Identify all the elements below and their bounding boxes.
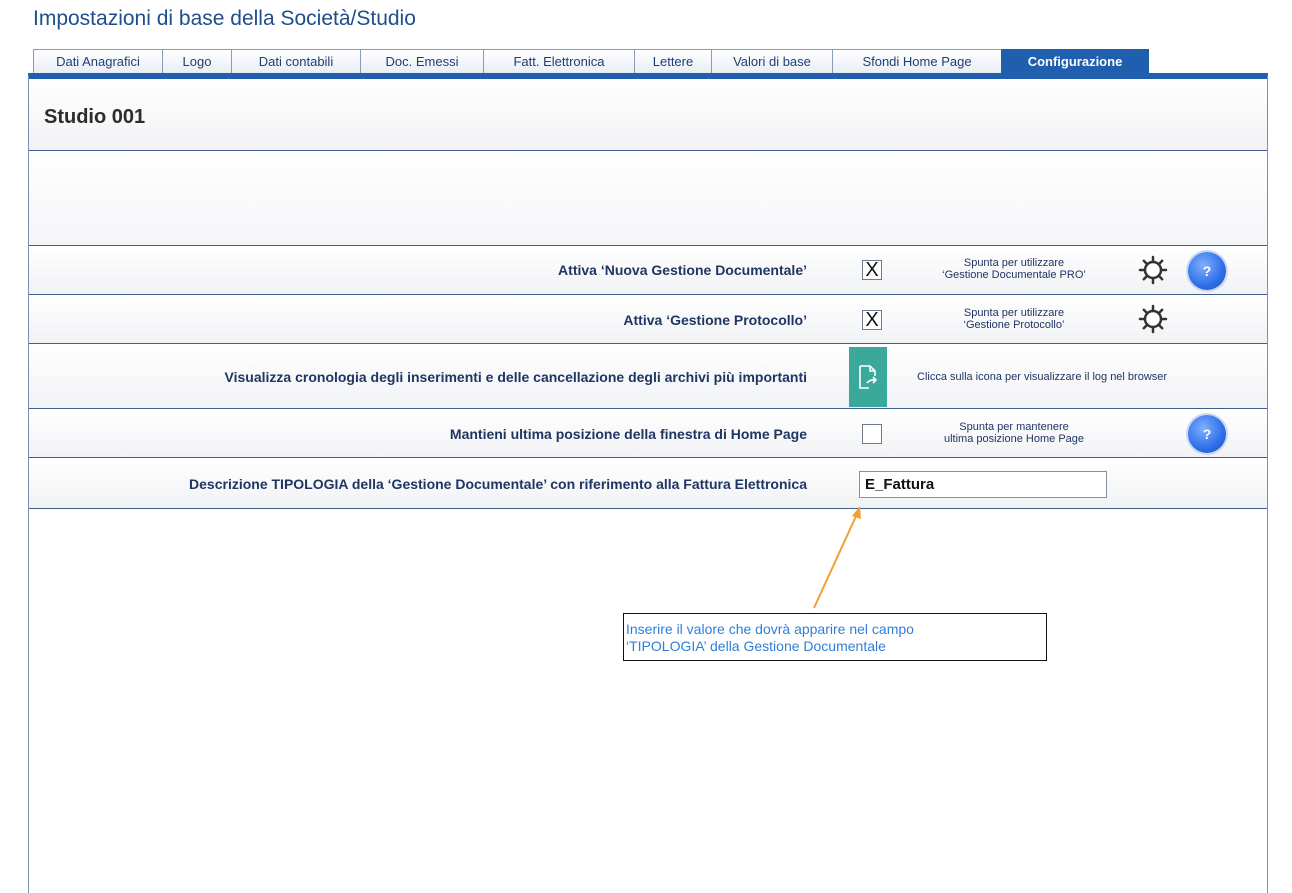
posizione-hint-line1: Spunta per mantenere: [959, 421, 1069, 433]
posizione-checkbox[interactable]: [862, 424, 882, 444]
row-nuova-gestione-documentale: Attiva ‘Nuova Gestione Documentale’ X Sp…: [29, 246, 1267, 295]
protocollo-checkbox[interactable]: X: [862, 310, 882, 330]
row-cronologia: Visualizza cronologia degli inserimenti …: [29, 345, 1267, 409]
tab-sfondi-home-page[interactable]: Sfondi Home Page: [832, 49, 1002, 73]
protocollo-hint-line2: ‘Gestione Protocollo’: [963, 319, 1065, 331]
studio-name: Studio 001: [44, 106, 146, 128]
tab-dati-contabili[interactable]: Dati contabili: [231, 49, 361, 73]
tab-doc-emessi[interactable]: Doc. Emessi: [360, 49, 484, 73]
tipologia-input[interactable]: E_Fattura: [859, 471, 1107, 498]
studio-header: Studio 001: [29, 79, 1267, 151]
row-tipologia: Descrizione TIPOLOGIA della ‘Gestione Do…: [29, 459, 1267, 509]
posizione-hint-line2: ultima posizione Home Page: [943, 433, 1085, 445]
protocollo-hint-line1: Spunta per utilizzare: [963, 307, 1065, 319]
nuova-gestione-hint-line2: ‘Gestione Documentale PRO’: [942, 269, 1086, 281]
help-icon[interactable]: ?: [1188, 415, 1226, 453]
tab-configurazione[interactable]: Configurazione: [1001, 49, 1149, 73]
annotation-arrow: [813, 506, 861, 609]
annotation-line2: ‘TIPOLOGIA’ della Gestione Documentale: [626, 638, 886, 654]
tab-logo[interactable]: Logo: [162, 49, 232, 73]
nuova-gestione-hint: Spunta per utilizzare ‘Gestione Document…: [914, 257, 1114, 281]
help-icon[interactable]: ?: [1188, 252, 1226, 290]
page-title: Impostazioni di base della Società/Studi…: [33, 7, 416, 30]
protocollo-hint: Spunta per utilizzare ‘Gestione Protocol…: [914, 307, 1114, 331]
posizione-hint: Spunta per mantenere ultima posizione Ho…: [914, 421, 1114, 445]
tab-dati-anagrafici[interactable]: Dati Anagrafici: [33, 49, 163, 73]
tipologia-label: Descrizione TIPOLOGIA della ‘Gestione Do…: [189, 475, 807, 492]
annotation-callout: Inserire il valore che dovrà apparire ne…: [623, 613, 1047, 661]
configuration-panel: Studio 001 Attiva ‘Nuova Gestione Docume…: [28, 73, 1268, 893]
empty-band: [29, 151, 1267, 246]
gear-icon[interactable]: [1138, 255, 1168, 285]
row-posizione-home-page: Mantieni ultima posizione della finestra…: [29, 410, 1267, 458]
tab-lettere[interactable]: Lettere: [634, 49, 712, 73]
tab-fatt-elettronica[interactable]: Fatt. Elettronica: [483, 49, 635, 73]
tab-bar: Dati Anagrafici Logo Dati contabili Doc.…: [33, 49, 1149, 73]
row-gestione-protocollo: Attiva ‘Gestione Protocollo’ X Spunta pe…: [29, 296, 1267, 344]
nuova-gestione-checkbox[interactable]: X: [862, 260, 882, 280]
cronologia-hint: Clicca sulla icona per visualizzare il l…: [917, 371, 1168, 383]
gear-icon[interactable]: [1138, 304, 1168, 334]
posizione-label: Mantieni ultima posizione della finestra…: [449, 425, 807, 442]
open-log-icon: [859, 365, 878, 389]
nuova-gestione-hint-line1: Spunta per utilizzare: [963, 257, 1065, 269]
annotation-line1: Inserire il valore che dovrà apparire ne…: [626, 621, 914, 637]
nuova-gestione-label: Attiva ‘Nuova Gestione Documentale’: [558, 262, 807, 278]
tab-valori-di-base[interactable]: Valori di base: [711, 49, 833, 73]
cronologia-label: Visualizza cronologia degli inserimenti …: [224, 368, 807, 385]
open-log-button[interactable]: [849, 347, 887, 407]
protocollo-label: Attiva ‘Gestione Protocollo’: [623, 311, 807, 328]
